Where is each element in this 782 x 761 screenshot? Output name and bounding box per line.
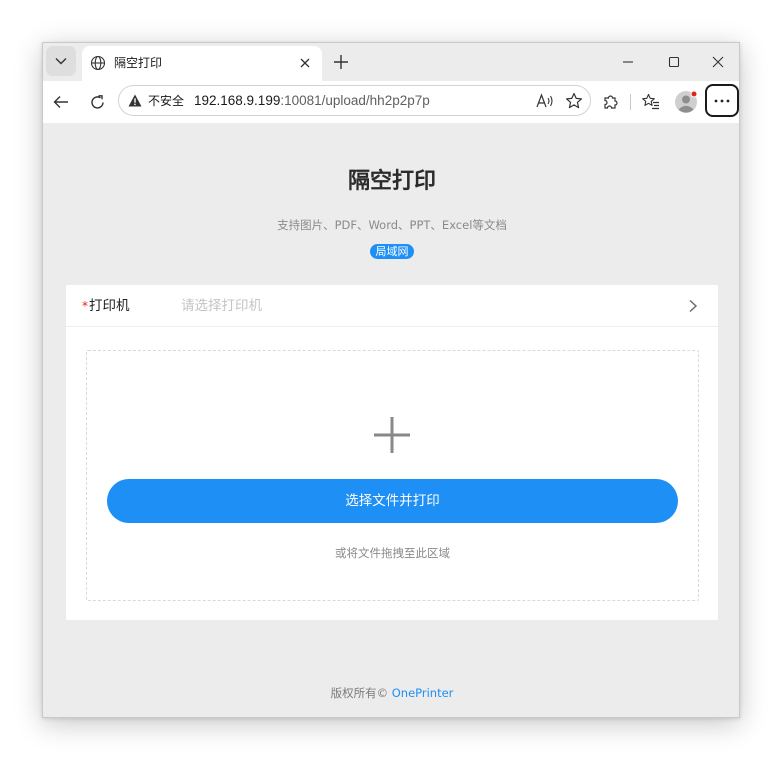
minimize-icon bbox=[623, 61, 633, 63]
plus-icon[interactable] bbox=[372, 415, 412, 455]
read-aloud-icon bbox=[536, 93, 553, 108]
url-text[interactable]: 192.168.9.199:10081/upload/hh2p2p7p bbox=[194, 92, 430, 110]
favorite-button[interactable] bbox=[564, 91, 584, 111]
url-path: :10081/upload/hh2p2p7p bbox=[280, 93, 430, 108]
refresh-button[interactable] bbox=[85, 90, 109, 114]
tab-active[interactable]: 隔空打印 bbox=[82, 46, 322, 81]
printer-select[interactable]: * 打印机 请选择打印机 bbox=[66, 285, 718, 327]
extensions-button[interactable] bbox=[599, 90, 623, 114]
browser-window: 隔空打印 不安全 192.168.9.199:10081/upload/hh2p… bbox=[42, 42, 740, 718]
close-icon bbox=[712, 56, 724, 68]
profile-button[interactable] bbox=[673, 89, 699, 115]
toolbar-divider bbox=[630, 94, 631, 110]
url-host: 192.168.9.199 bbox=[194, 93, 281, 108]
required-mark: * bbox=[82, 299, 88, 313]
more-button[interactable] bbox=[705, 84, 739, 117]
chevron-right-icon[interactable] bbox=[687, 299, 699, 313]
footer: 版权所有© OnePrinter bbox=[43, 685, 739, 701]
tab-title: 隔空打印 bbox=[114, 56, 163, 70]
printer-label: 打印机 bbox=[89, 298, 130, 314]
close-window-button[interactable] bbox=[695, 43, 739, 81]
security-label[interactable]: 不安全 bbox=[148, 93, 184, 109]
plus-icon[interactable] bbox=[332, 53, 350, 71]
copyright-text: 版权所有© bbox=[330, 686, 392, 700]
upload-dropzone[interactable]: 选择文件并打印 或将文件拖拽至此区域 bbox=[86, 350, 699, 601]
oneprinter-link[interactable]: OnePrinter bbox=[392, 686, 454, 700]
page-title: 隔空打印 bbox=[347, 169, 436, 194]
select-file-button[interactable]: 选择文件并打印 bbox=[107, 479, 678, 523]
back-arrow-icon bbox=[53, 96, 68, 108]
printer-placeholder[interactable]: 请选择打印机 bbox=[181, 297, 262, 315]
star-icon bbox=[566, 92, 582, 109]
browser-toolbar: 不安全 192.168.9.199:10081/upload/hh2p2p7p bbox=[43, 81, 739, 123]
favorites-button[interactable] bbox=[639, 90, 663, 114]
page-content: 隔空打印 支持图片、PDF、Word、PPT、Excel等文档 局域网 * 打印… bbox=[43, 123, 739, 717]
read-aloud-button[interactable] bbox=[535, 91, 555, 111]
refresh-icon bbox=[90, 94, 104, 109]
drag-hint: 或将文件拖拽至此区域 bbox=[335, 546, 450, 560]
maximize-icon bbox=[668, 56, 680, 68]
address-bar[interactable]: 不安全 192.168.9.199:10081/upload/hh2p2p7p bbox=[118, 85, 591, 116]
tab-actions-button[interactable] bbox=[46, 46, 76, 76]
print-card: * 打印机 请选择打印机 选择文件并打印 或将文件拖拽至此区域 bbox=[66, 285, 718, 620]
title-bar: 隔空打印 bbox=[43, 43, 739, 81]
chevron-down-icon bbox=[55, 58, 67, 65]
puzzle-icon bbox=[604, 95, 618, 109]
close-icon[interactable] bbox=[298, 56, 312, 70]
maximize-button[interactable] bbox=[651, 43, 697, 81]
globe-icon bbox=[90, 55, 106, 71]
more-icon bbox=[714, 99, 730, 102]
back-button[interactable] bbox=[49, 90, 73, 114]
lan-badge: 局域网 bbox=[370, 244, 414, 259]
warning-icon[interactable] bbox=[128, 94, 142, 107]
profile-avatar-icon bbox=[675, 90, 698, 113]
page-subtitle: 支持图片、PDF、Word、PPT、Excel等文档 bbox=[277, 218, 507, 232]
favorites-icon bbox=[642, 93, 659, 110]
minimize-button[interactable] bbox=[605, 43, 651, 81]
